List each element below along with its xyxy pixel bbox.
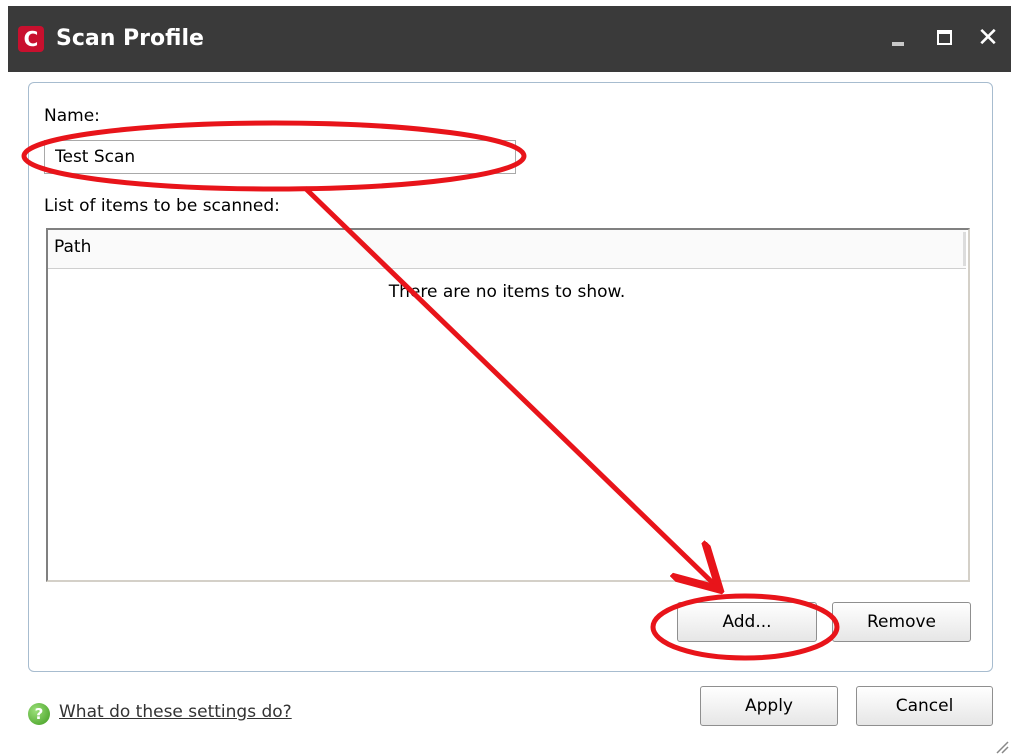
minimize-button[interactable] xyxy=(880,20,916,56)
column-resize-handle[interactable] xyxy=(963,232,966,266)
app-logo-icon: C xyxy=(18,26,44,52)
maximize-icon xyxy=(937,30,952,45)
scan-items-list[interactable]: Path There are no items to show. xyxy=(46,228,970,582)
cancel-button[interactable]: Cancel xyxy=(856,686,993,726)
apply-button[interactable]: Apply xyxy=(700,686,838,726)
minimize-icon xyxy=(892,42,904,46)
add-button[interactable]: Add... xyxy=(677,602,817,642)
window-title: Scan Profile xyxy=(56,26,204,51)
list-header: Path xyxy=(48,230,966,269)
help-icon[interactable]: ? xyxy=(28,703,50,725)
resize-grip-icon[interactable] xyxy=(993,738,1009,754)
list-label: List of items to be scanned: xyxy=(44,196,280,216)
name-input[interactable] xyxy=(44,140,516,174)
maximize-button[interactable] xyxy=(926,20,962,56)
column-header-path[interactable]: Path xyxy=(54,237,91,257)
close-icon: ✕ xyxy=(977,23,999,53)
name-label: Name: xyxy=(44,106,100,126)
remove-button[interactable]: Remove xyxy=(832,602,971,642)
empty-list-message: There are no items to show. xyxy=(388,282,626,302)
close-button[interactable]: ✕ xyxy=(970,20,1006,56)
help-link[interactable]: What do these settings do? xyxy=(59,702,292,722)
title-bar[interactable]: C Scan Profile ✕ xyxy=(8,6,1011,72)
